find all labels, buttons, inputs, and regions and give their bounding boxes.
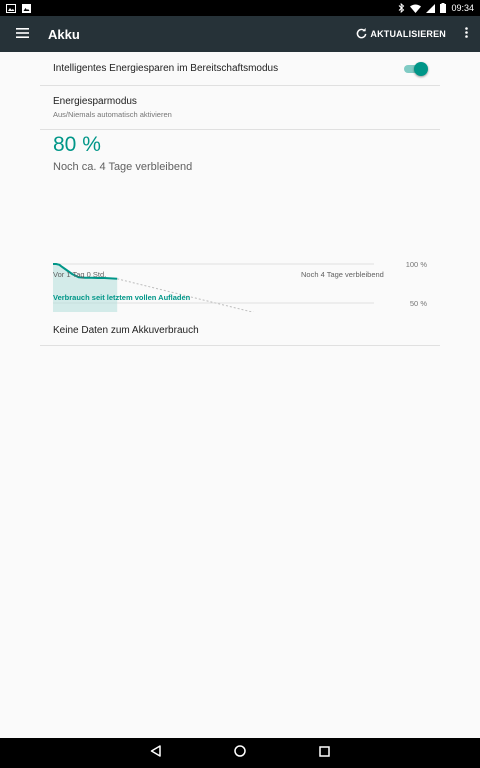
battery-chart: 100 % 50 % 0 %: [53, 260, 428, 312]
back-icon: [150, 744, 162, 762]
menu-icon: [15, 25, 29, 43]
refresh-label: AKTUALISIEREN: [370, 29, 446, 39]
clock: 09:34: [451, 3, 474, 13]
wifi-icon: [410, 4, 422, 13]
signal-icon: [426, 3, 436, 13]
status-bar-right: 09:34: [398, 3, 474, 13]
status-bar: 09:34: [0, 0, 480, 16]
bluetooth-icon: [398, 3, 405, 13]
gallery-icon: [6, 3, 16, 13]
battery-section: 80 % Noch ca. 4 Tage verbleibend 100 % 5…: [40, 130, 440, 312]
refresh-icon: [356, 27, 367, 41]
app-bar: Akku AKTUALISIEREN: [0, 16, 480, 52]
back-button[interactable]: [146, 743, 166, 763]
battery-settings: Intelligentes Energiesparen im Bereitsch…: [40, 52, 440, 346]
power-saver-subtitle: Aus/Niemals automatisch aktivieren: [53, 110, 172, 119]
y-tick-label-50: 50 %: [410, 299, 427, 308]
home-button[interactable]: [230, 743, 250, 763]
power-saver-title: Energiesparmodus: [53, 96, 137, 107]
page-title: Akku: [48, 26, 80, 42]
menu-button[interactable]: [0, 16, 44, 52]
refresh-button[interactable]: AKTUALISIEREN: [356, 27, 446, 41]
battery-icon: [440, 3, 447, 13]
chart-start-label: Vor 1 Tag 0 Std.: [53, 270, 107, 279]
smart-saving-row[interactable]: Intelligentes Energiesparen im Bereitsch…: [40, 52, 440, 86]
smart-saving-switch[interactable]: [404, 61, 428, 76]
image-icon: [22, 3, 31, 13]
chart-end-label: Noch 4 Tage verbleibend: [301, 270, 384, 279]
more-options-button[interactable]: [452, 16, 480, 52]
usage-since-charge-link[interactable]: Verbrauch seit letztem vollen Aufladen: [53, 293, 190, 302]
status-bar-left: [6, 3, 31, 13]
recents-button[interactable]: [314, 743, 334, 763]
no-usage-data-text: Keine Daten zum Akkuverbrauch: [53, 324, 199, 336]
no-usage-data-row: Keine Daten zum Akkuverbrauch: [40, 315, 440, 346]
home-icon: [234, 744, 246, 762]
switch-thumb: [414, 61, 428, 76]
recents-icon: [318, 744, 330, 762]
smart-saving-label: Intelligentes Energiesparen im Bereitsch…: [53, 63, 279, 74]
y-tick-label-100: 100 %: [406, 260, 428, 269]
navigation-bar: [0, 738, 480, 768]
power-saver-row[interactable]: Energiesparmodus Aus/Niemals automatisch…: [40, 86, 440, 130]
more-vert-icon: [464, 25, 468, 43]
